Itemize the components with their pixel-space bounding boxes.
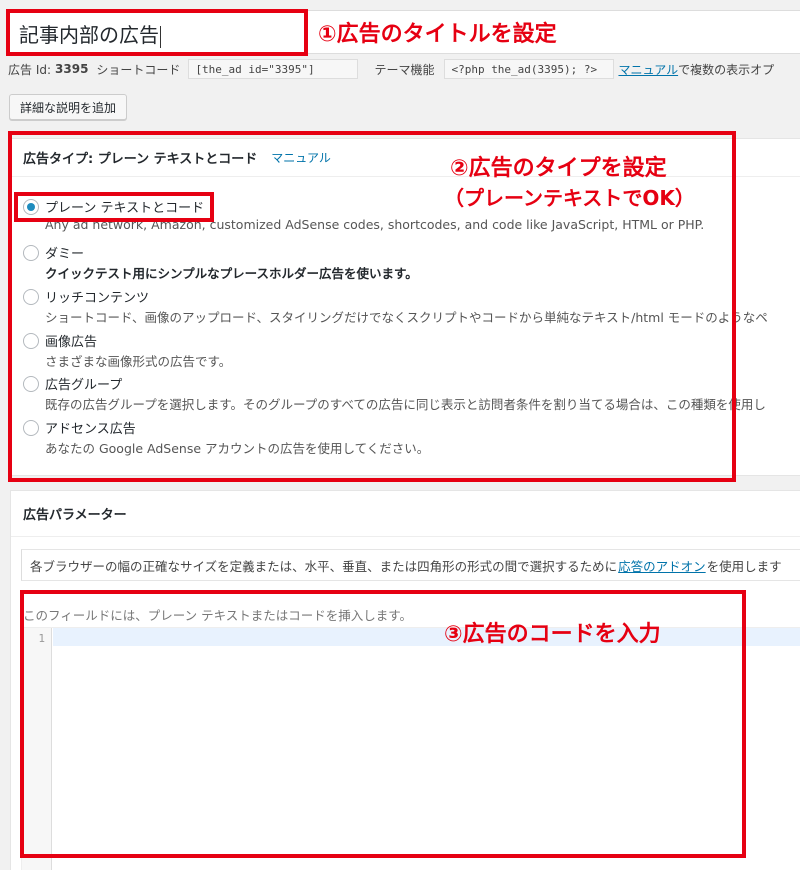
theme-function-label: テーマ機能 bbox=[374, 62, 435, 77]
ad-type-panel-header: 広告タイプ: プレーン テキストとコード マニュアル bbox=[11, 139, 800, 177]
ad-id-value: 3395 bbox=[55, 62, 89, 76]
annotation-step2-note: （プレーンテキストでOK） bbox=[444, 186, 695, 210]
add-description-button[interactable]: 詳細な説明を追加 bbox=[9, 94, 128, 120]
ad-parameters-panel: 広告パラメーター 各ブラウザーの幅の正確なサイズを定義または、水平、垂直、または… bbox=[10, 490, 800, 870]
option-desc: クイックテスト用にシンプルなプレースホルダー広告を使います。 bbox=[45, 266, 418, 281]
option-desc: 既存の広告グループを選択します。そのグループのすべての広告に同じ表示と訪問者条件… bbox=[45, 397, 766, 412]
editor-active-line[interactable] bbox=[53, 628, 800, 646]
option-desc: Any ad network, Amazon, customized AdSen… bbox=[45, 217, 705, 232]
ad-type-title: 広告タイプ: プレーン テキストとコード bbox=[23, 152, 258, 167]
manual-suffix-text: で複数の表示オプ bbox=[678, 62, 775, 77]
option-name: 画像広告 bbox=[45, 335, 98, 350]
ad-title-value: 記事内部の広告 bbox=[19, 23, 159, 47]
responsive-notice: 各ブラウザーの幅の正確なサイズを定義または、水平、垂直、または四角形の形式の間で… bbox=[21, 549, 800, 581]
ad-type-manual-link[interactable]: マニュアル bbox=[271, 149, 331, 166]
radio-icon[interactable] bbox=[23, 289, 39, 305]
option-desc: さまざまな画像形式の広告です。 bbox=[45, 354, 232, 369]
ad-id-label: 広告 Id: bbox=[8, 62, 52, 77]
annotation-step3: ③広告のコードを入力 bbox=[444, 622, 661, 647]
radio-icon[interactable] bbox=[23, 333, 39, 349]
option-desc: あなたの Google AdSense アカウントの広告を使用してください。 bbox=[45, 441, 430, 456]
shortcode-label: ショートコード bbox=[96, 62, 181, 77]
line-number: 1 bbox=[38, 632, 45, 645]
option-name: 広告グループ bbox=[45, 378, 123, 393]
radio-icon[interactable] bbox=[23, 420, 39, 436]
radio-icon[interactable] bbox=[23, 245, 39, 261]
annotation-step1: ①広告のタイトルを設定 bbox=[318, 22, 557, 47]
radio-icon[interactable] bbox=[23, 376, 39, 392]
option-name: ダミー bbox=[45, 247, 85, 262]
php-code-field[interactable]: <?php the_ad(3395); ?> bbox=[444, 59, 615, 79]
option-desc: ショートコード、画像のアップロード、スタイリングだけでなくスクリプトやコードから… bbox=[45, 310, 768, 325]
editor-gutter: 1 bbox=[22, 628, 52, 870]
text-cursor bbox=[160, 25, 161, 48]
manual-link[interactable]: マニュアル bbox=[618, 61, 678, 78]
notice-text: 各ブラウザーの幅の正確なサイズを定義または、水平、垂直、または四角形の形式の間で… bbox=[30, 558, 618, 574]
shortcode-field[interactable]: [the_ad id="3395"] bbox=[188, 59, 359, 79]
responsive-addon-link[interactable]: 応答のアドオン bbox=[618, 556, 706, 575]
radio-checked-icon[interactable] bbox=[23, 199, 39, 215]
ad-meta-row: 広告 Id: 3395 ショートコード [the_ad id="3395"] テ… bbox=[8, 58, 774, 80]
option-name: リッチコンテンツ bbox=[45, 291, 150, 306]
annotation-step2: ②広告のタイプを設定 bbox=[450, 156, 667, 181]
code-editor[interactable]: 1 bbox=[21, 627, 800, 870]
notice-text-after: を使用します bbox=[706, 558, 782, 574]
code-field-help: このフィールドには、プレーン テキストまたはコードを挿入します。 bbox=[23, 608, 412, 623]
ad-parameters-title: 広告パラメーター bbox=[11, 491, 800, 537]
option-name: プレーン テキストとコード bbox=[45, 201, 205, 216]
option-name: アドセンス広告 bbox=[45, 422, 136, 437]
